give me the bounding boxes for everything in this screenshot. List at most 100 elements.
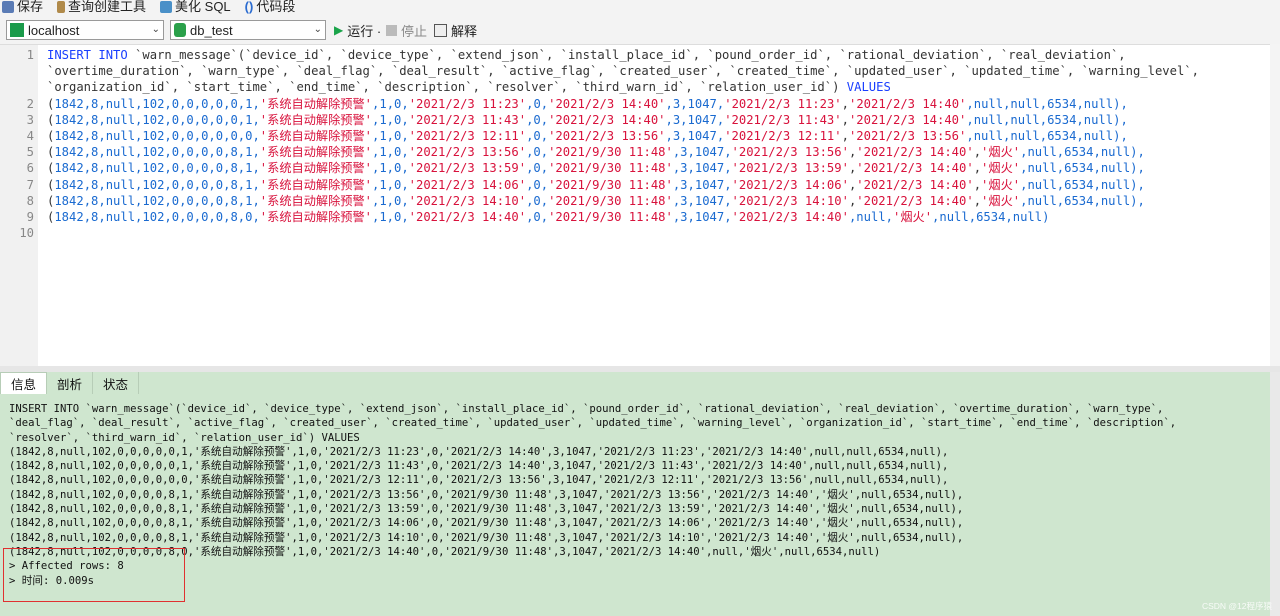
code-token: ,null,6534,null),: [1020, 177, 1145, 192]
code-token: ,0,: [526, 96, 549, 111]
code-token: ,3,1047,: [672, 145, 732, 160]
code-token: '2021/2/3 14:06': [408, 177, 527, 192]
run-label: 运行 ·: [347, 23, 382, 39]
save-icon: [2, 1, 14, 13]
affected-rows-highlight: [3, 548, 185, 602]
code-line: 2 (1842,8,null,102,0,0,0,0,0,1,'系统自动解除预警'…: [0, 95, 1199, 112]
code-token: '2021/2/3 14:40': [856, 193, 974, 208]
code-token: '系统自动解除预警': [259, 112, 372, 127]
line-number: 6: [0, 160, 38, 177]
code-token: '烟火': [981, 161, 1021, 176]
result-line: (1842,8,null,102,0,0,0,0,8,1,'系统自动解除预警',…: [9, 531, 964, 544]
code-token: ,1,0,: [371, 145, 409, 160]
save-button[interactable]: 保存: [2, 0, 43, 14]
result-scrollbar[interactable]: [1270, 372, 1280, 616]
code-line: 6 (1842,8,null,102,0,0,0,0,8,1,'系统自动解除预警'…: [0, 160, 1199, 177]
line-number: 2: [0, 95, 38, 112]
beautify-sql-button[interactable]: 美化 SQL: [160, 0, 231, 14]
code-token: '2021/9/30 11:48': [548, 177, 673, 192]
code-token: '2021/2/3 14:40': [856, 177, 974, 192]
code-token: '2021/2/3 14:40': [731, 209, 849, 224]
code-token: '烟火': [981, 177, 1021, 192]
code-line: 10: [0, 225, 1199, 242]
code-line: 4 (1842,8,null,102,0,0,0,0,0,0,'系统自动解除预警'…: [0, 127, 1199, 145]
code-token: '2021/2/3 12:11': [724, 128, 842, 143]
code-token: '系统自动解除预警': [259, 128, 372, 143]
code-token: '系统自动解除预警': [259, 145, 372, 160]
code-token: ,null,6534,null): [932, 209, 1050, 224]
tab-profile[interactable]: 剖析: [47, 372, 94, 394]
code-token: ,3,1047,: [672, 161, 732, 176]
code-token: ,102,0,0,0,0,0,1,: [135, 96, 260, 111]
code-token: '2021/2/3 14:10': [731, 193, 849, 208]
line-content: INSERT INTO `warn_message`(`device_id`, …: [38, 48, 1126, 62]
code-token: VALUES: [846, 80, 891, 95]
code-token: '2021/2/3 14:40': [548, 112, 666, 127]
code-token: '2021/2/3 13:56': [408, 145, 527, 160]
code-token: ,1,0,: [371, 161, 409, 176]
code-line: `organization_id`, `start_time`, `end_ti…: [0, 79, 1199, 95]
stop-button[interactable]: 停止: [386, 20, 427, 40]
code-token: '2021/2/3 14:10': [408, 193, 527, 208]
explain-label: 解释: [451, 23, 478, 39]
run-button[interactable]: ▶ 运行 ·: [334, 20, 381, 40]
code-token: ,0,: [526, 177, 549, 192]
code-token: '2021/2/3 14:40': [548, 96, 666, 111]
code-token: '2021/2/3 13:56': [848, 128, 967, 143]
code-token: INSERT INTO: [47, 48, 128, 62]
code-token: ,3,1047,: [672, 177, 732, 192]
database-select[interactable]: db_test ⌄: [170, 20, 326, 40]
line-number: 9: [0, 208, 38, 226]
connection-toolbar: localhost ⌄ db_test ⌄ ▶ 运行 · 停止 解释: [0, 14, 1280, 44]
editor-scrollbar[interactable]: [1270, 44, 1280, 366]
code-line: `overtime_duration`, `warn_type`, `deal_…: [0, 63, 1199, 79]
code-token: ,null,6534,null),: [1020, 161, 1145, 176]
line-content: (1842,8,null,102,0,0,0,0,0,0,'系统自动解除预警',…: [38, 129, 1128, 143]
code-snippet-button[interactable]: () 代码段: [245, 0, 296, 14]
result-line: (1842,8,null,102,0,0,0,0,0,0,'系统自动解除预警',…: [9, 474, 949, 487]
line-content: (1842,8,null,102,0,0,0,0,8,1,'系统自动解除预警',…: [38, 178, 1145, 192]
line-number: 5: [0, 144, 38, 161]
code-token: ,0,: [526, 209, 549, 224]
code-token: `warn_message`(`device_id`, `device_type…: [127, 48, 1126, 62]
line-content: `organization_id`, `start_time`, `end_ti…: [38, 80, 891, 94]
database-icon: [174, 23, 186, 37]
code-token: ,: [973, 177, 982, 192]
tab-status[interactable]: 状态: [93, 372, 140, 394]
code-token: ,3,1047,: [672, 209, 732, 224]
code-token: ,: [841, 96, 849, 111]
sql-code[interactable]: 1 INSERT INTO `warn_message`(`device_id`,…: [0, 47, 1199, 242]
tab-info[interactable]: 信息: [0, 372, 48, 394]
code-snippet-label: 代码段: [256, 0, 296, 14]
code-token: '系统自动解除预警': [259, 209, 372, 224]
result-line: `deal_flag`, `deal_result`, `active_flag…: [9, 417, 1177, 430]
brackets-icon: (): [244, 0, 254, 14]
code-token: '2021/2/3 13:56': [731, 145, 849, 160]
code-token: ,1,0,: [371, 193, 409, 208]
code-token: 1842,8,null,102,0,0,0,0,0,0,: [54, 128, 260, 143]
code-token: '2021/2/3 14:40': [856, 161, 974, 176]
result-panel: INSERT INTO `warn_message`(`device_id`, …: [0, 394, 1270, 616]
code-token: ,1,0,: [371, 177, 409, 192]
sql-editor[interactable]: 1 INSERT INTO `warn_message`(`device_id`,…: [0, 44, 1270, 367]
result-tabs: 信息 剖析 状态: [0, 372, 1270, 394]
code-line: 3 (1842,8,null,102,0,0,0,0,0,1,'系统自动解除预警'…: [0, 111, 1199, 128]
code-token: ,null,6534,null),: [1020, 145, 1145, 160]
code-token: '2021/2/3 14:06': [731, 177, 849, 192]
code-token: ,3,1047,: [665, 112, 725, 127]
code-token: ,null,null,6534,null),: [966, 112, 1128, 127]
code-line: 5 (1842,8,null,102,0,0,0,0,8,1,'系统自动解除预警'…: [0, 144, 1199, 161]
hammer-icon: [57, 1, 66, 13]
connection-select[interactable]: localhost ⌄: [6, 20, 164, 40]
line-number: 8: [0, 192, 38, 209]
code-line: 9 (1842,8,null,102,0,0,0,0,8,0,'系统自动解除预警'…: [0, 208, 1199, 226]
stop-label: 停止: [401, 23, 428, 39]
query-builder-button[interactable]: 查询创建工具: [57, 0, 146, 14]
code-token: '烟火': [892, 209, 933, 224]
code-token: '2021/9/30 11:48': [548, 209, 673, 224]
explain-button[interactable]: 解释: [434, 20, 477, 40]
result-line: (1842,8,null,102,0,0,0,0,8,1,'系统自动解除预警',…: [9, 517, 964, 530]
code-token: '2021/2/3 12:11': [408, 128, 527, 143]
save-label: 保存: [17, 0, 44, 14]
result-line: `resolver`, `third_warn_id`, `relation_u…: [9, 431, 360, 444]
